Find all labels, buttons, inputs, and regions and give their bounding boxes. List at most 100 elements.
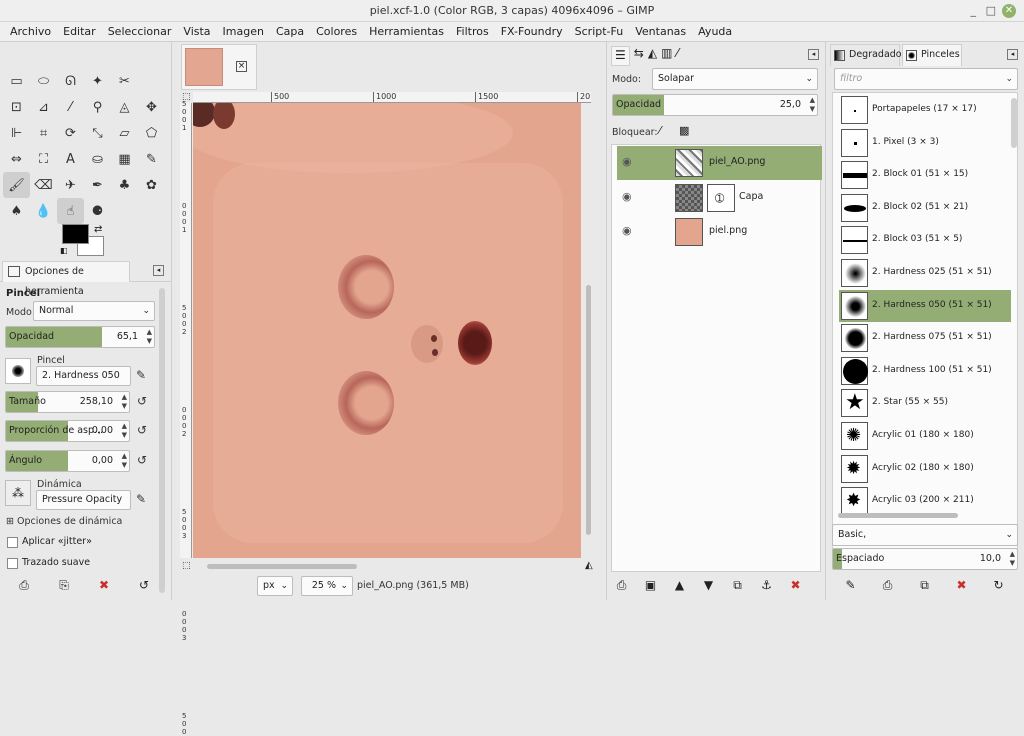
aspect-slider[interactable]: Proporción de asp... 0,00 ▲ ▼ (5, 420, 130, 442)
raise-layer-icon[interactable]: ▲ (665, 578, 694, 593)
lock-pixels-icon[interactable]: ⁄ (659, 124, 661, 137)
maximize-button[interactable]: □ (986, 4, 996, 18)
brush-list-scrollbar[interactable] (1011, 98, 1017, 148)
brush-item[interactable]: 2. Hardness 100 (51 × 51) (839, 355, 1011, 387)
close-button[interactable]: ✕ (1002, 4, 1016, 18)
rotate-icon[interactable]: ⟳ (57, 120, 84, 146)
brush-item[interactable]: ★ 2. Star (55 × 55) (839, 387, 1011, 419)
zoom-icon[interactable]: ⚲ (84, 94, 111, 120)
bucket-fill-icon[interactable]: ⛀ (84, 146, 111, 172)
brush-item[interactable]: ✺ Acrylic 01 (180 × 180) (839, 420, 1011, 452)
smooth-stroke-checkbox[interactable]: Trazado suave (7, 557, 90, 569)
brushes-tab-menu-icon[interactable]: ◂ (1007, 49, 1018, 60)
perspective-clone-icon[interactable]: ♠ (3, 198, 30, 224)
swap-colors-icon[interactable]: ⇄ (94, 224, 102, 235)
layer-item[interactable]: ◉ piel.png (617, 215, 822, 249)
angle-slider[interactable]: Ángulo 0,00 ▲ ▼ (5, 450, 130, 472)
quick-mask-icon[interactable]: ⬚ (182, 92, 191, 102)
navigate-icon[interactable]: ◭ (585, 560, 593, 571)
menu-item-fx-foundry[interactable]: FX-Foundry (495, 22, 569, 41)
brush-item[interactable]: 1. Pixel (3 × 3) (839, 127, 1011, 159)
mode-select[interactable]: Normal ⌄ (33, 301, 155, 321)
image-canvas[interactable] (193, 103, 581, 558)
crop-icon[interactable]: ⌗ (30, 120, 57, 146)
menu-item-archivo[interactable]: Archivo (4, 22, 57, 41)
ellipse-select-icon[interactable]: ⬭ (30, 68, 57, 94)
tool-options-scrollbar[interactable] (159, 288, 165, 593)
size-slider[interactable]: Tamaño 258,10 ▲ ▼ (5, 391, 130, 413)
menu-item-script-fu[interactable]: Script-Fu (569, 22, 630, 41)
brush-field[interactable]: 2. Hardness 050 (36, 366, 131, 386)
clone-icon[interactable]: ♣ (111, 172, 138, 198)
scissors-icon[interactable]: ✂ (111, 68, 138, 94)
color-picker-icon[interactable]: ⁄ (57, 94, 84, 120)
image-tab[interactable]: × (181, 44, 257, 90)
new-brush-icon[interactable]: ⎙ (869, 578, 906, 593)
edit-brush-icon[interactable]: ✎ (136, 368, 146, 382)
visibility-eye-icon[interactable]: ◉ (622, 155, 636, 169)
delete-layer-icon[interactable]: ✖ (781, 578, 810, 593)
refresh-brushes-icon[interactable]: ↻ (980, 578, 1017, 593)
duplicate-layer-icon[interactable]: ⧉ (723, 578, 752, 593)
brush-filter-input[interactable]: filtro ⌄ (834, 68, 1018, 90)
lasso-icon[interactable]: ᘏ (57, 68, 84, 94)
rect-select-icon[interactable]: ▭ (3, 68, 30, 94)
jitter-checkbox[interactable]: Aplicar «jitter» (7, 536, 92, 548)
horizontal-scrollbar[interactable] (207, 564, 357, 569)
unit-select[interactable]: px ⌄ (257, 576, 293, 596)
blend-icon[interactable]: ▦ (111, 146, 138, 172)
layers-tab-menu-icon[interactable]: ◂ (808, 49, 819, 60)
dynamics-field[interactable]: Pressure Opacity (36, 490, 131, 510)
new-group-icon[interactable]: ▣ (636, 578, 665, 593)
menu-item-colores[interactable]: Colores (310, 22, 363, 41)
opacity-slider[interactable]: Opacidad 65,1 ▲ ▼ (5, 326, 155, 348)
spin-icon[interactable]: ▲ ▼ (1010, 550, 1015, 568)
reset-angle-icon[interactable]: ↺ (137, 453, 147, 467)
tab-brushes[interactable]: Pinceles (902, 44, 962, 66)
delete-options-icon[interactable]: ✖ (84, 578, 124, 593)
channels-tab-icon[interactable]: ⇆ (634, 46, 644, 66)
heal-icon[interactable]: ✿ (138, 172, 165, 198)
menu-item-filtros[interactable]: Filtros (450, 22, 495, 41)
flip-icon[interactable]: ⇔ (3, 146, 30, 172)
menu-item-seleccionar[interactable]: Seleccionar (102, 22, 178, 41)
menu-item-ayuda[interactable]: Ayuda (692, 22, 738, 41)
brush-item[interactable]: 2. Block 02 (51 × 21) (839, 192, 1011, 224)
close-tab-icon[interactable]: × (236, 61, 247, 72)
new-layer-icon[interactable]: ⎙ (607, 578, 636, 593)
visibility-eye-icon[interactable]: ◉ (622, 224, 636, 238)
brush-item[interactable]: 2. Hardness 050 (51 × 51) (839, 289, 1011, 322)
brush-item[interactable]: 2. Hardness 025 (51 × 51) (839, 257, 1011, 289)
brush-item[interactable]: 2. Block 01 (51 × 15) (839, 159, 1011, 191)
spacing-slider[interactable]: Espaciado 10,0 ▲ ▼ (832, 548, 1018, 570)
layer-mode-select[interactable]: Solapar ⌄ (652, 68, 818, 90)
tab-gradients[interactable]: Degradados (830, 44, 907, 66)
brush-preset-select[interactable]: Basic, ⌄ (832, 524, 1018, 546)
paths-tab-icon[interactable]: ◭ (648, 46, 657, 66)
foreground-color[interactable] (62, 224, 89, 244)
ink-icon[interactable]: ✒ (84, 172, 111, 198)
default-colors-icon[interactable]: ◧ (60, 246, 68, 255)
pencil-icon[interactable]: ✎ (138, 146, 165, 172)
layer-item[interactable]: ◉ piel_AO.png (617, 146, 822, 180)
duplicate-brush-icon[interactable]: ⧉ (906, 578, 943, 593)
dodge-burn-icon[interactable]: ⚈ (84, 198, 111, 224)
eraser-icon[interactable]: ⌫ (30, 172, 57, 198)
tab-menu-icon[interactable]: ◂ (153, 265, 164, 276)
move-icon[interactable]: ✥ (138, 94, 165, 120)
dynamics-options-expander[interactable]: ⊞ Opciones de dinámica (6, 516, 122, 527)
brush-item[interactable]: 2. Block 03 (51 × 5) (839, 224, 1011, 256)
brush-item[interactable]: ✹ Acrylic 02 (180 × 180) (839, 453, 1011, 485)
dynamics-preview[interactable]: ⁂ (5, 480, 31, 506)
text-icon[interactable]: A (57, 146, 84, 172)
spin-icon[interactable]: ▲ ▼ (122, 452, 127, 470)
menu-item-ventanas[interactable]: Ventanas (629, 22, 692, 41)
edit-dynamics-icon[interactable]: ✎ (136, 492, 146, 506)
restore-options-icon[interactable]: ⎘ (44, 578, 84, 593)
spin-icon[interactable]: ▲ ▼ (122, 393, 127, 411)
zoom-select[interactable]: 25 % ⌄ (301, 576, 353, 596)
measure-icon[interactable]: ◬ (111, 94, 138, 120)
spin-icon[interactable]: ▲ ▼ (810, 96, 815, 114)
layer-item[interactable]: ◉ ➀ Capa (617, 181, 822, 215)
perspective-icon[interactable]: ⬠ (138, 120, 165, 146)
